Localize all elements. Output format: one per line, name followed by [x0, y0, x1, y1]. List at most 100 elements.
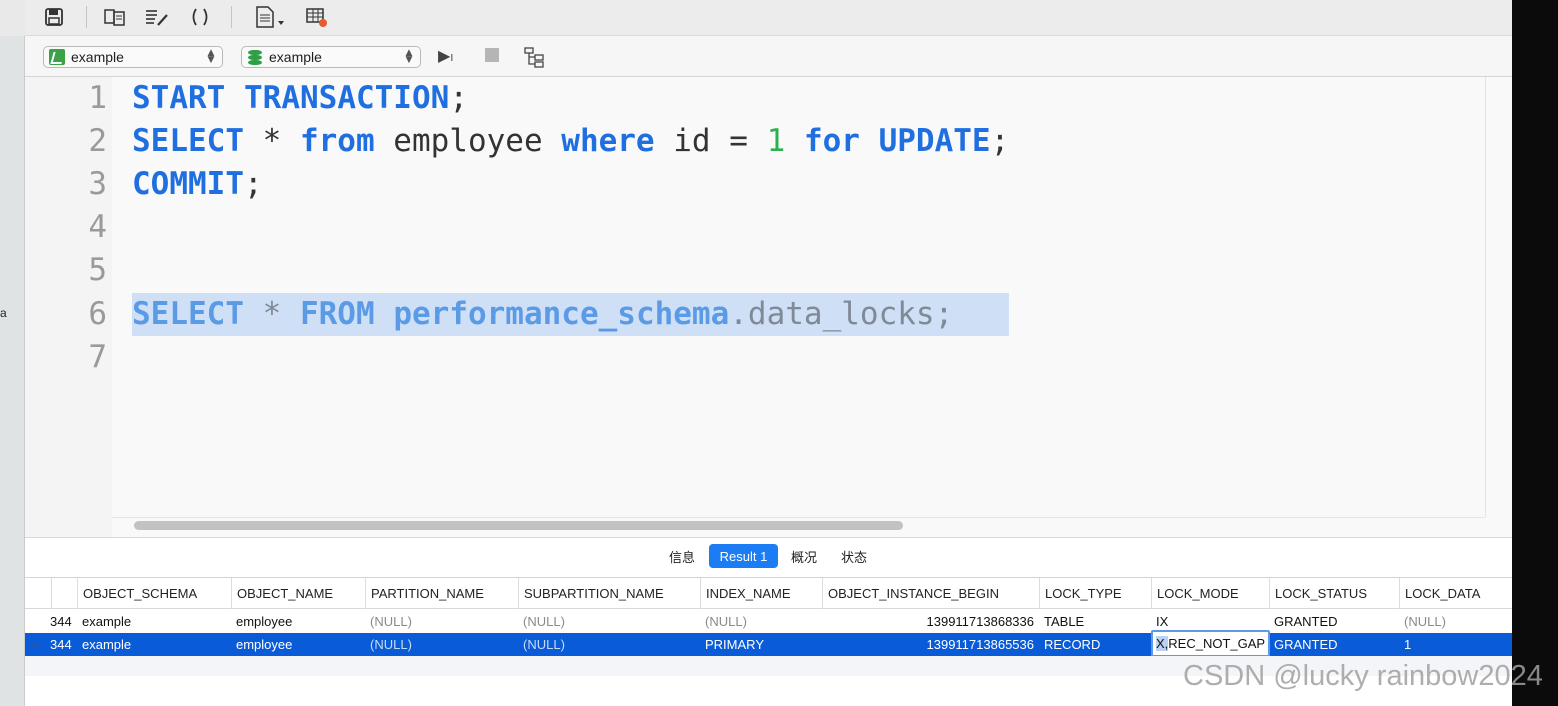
- column-header[interactable]: INDEX_NAME: [700, 578, 822, 609]
- stop-icon[interactable]: [485, 46, 499, 66]
- code-line-6: SELECT * FROM performance_schema.data_lo…: [132, 293, 953, 336]
- run-selected-icon[interactable]: ▶I: [438, 46, 453, 65]
- column-header[interactable]: LOCK_MODE: [1151, 578, 1269, 609]
- column-header[interactable]: OBJECT_SCHEMA: [77, 578, 231, 609]
- code-token: id =: [654, 123, 767, 159]
- explain-icon[interactable]: [523, 46, 547, 72]
- table-cell[interactable]: PRIMARY: [700, 633, 822, 656]
- tab-status[interactable]: 状态: [833, 544, 875, 568]
- schema-icon: [49, 49, 65, 65]
- database-select-value: example: [269, 49, 322, 65]
- code-token: .data_locks;: [729, 296, 954, 332]
- sql-editor[interactable]: 1 2 3 4 5 6 7 START TRANSACTION; SELECT …: [25, 77, 1512, 537]
- table-cell[interactable]: employee: [231, 633, 365, 656]
- beautify-icon[interactable]: [145, 6, 169, 28]
- table-row-selected[interactable]: ▸ 344 example employee (NULL) (NULL) PRI…: [25, 633, 1512, 656]
- toolbar-separator: [86, 6, 87, 28]
- table-cell[interactable]: (NULL): [1399, 610, 1512, 633]
- result-tabs-bar: 信息 Result 1 概况 状态: [25, 537, 1512, 575]
- table-cell[interactable]: (NULL): [365, 610, 518, 633]
- toolbar-separator: [231, 6, 232, 28]
- line-number-gutter: 1 2 3 4 5 6 7: [25, 77, 112, 537]
- connection-toolbar: example ▲ ▼ example ▲ ▼ ▶I: [25, 36, 1512, 77]
- table-cell[interactable]: (NULL): [700, 610, 822, 633]
- table-grid-icon[interactable]: [305, 6, 329, 28]
- table-cell[interactable]: 139911713868336: [822, 610, 1039, 633]
- keyword-token: SELECT: [132, 296, 244, 332]
- tab-info[interactable]: 信息: [661, 544, 703, 568]
- database-select[interactable]: example ▲ ▼: [241, 46, 421, 68]
- keyword-token: TRANSACTION: [244, 80, 450, 116]
- code-token: employee: [374, 123, 562, 159]
- code-token: ;: [243, 166, 263, 202]
- editor-divider: [112, 517, 1485, 518]
- select-arrows-icon: ▲ ▼: [405, 48, 413, 65]
- open-snippet-icon[interactable]: [103, 6, 127, 28]
- select-arrows-icon: ▲ ▼: [207, 48, 215, 65]
- keyword-token: for: [803, 123, 860, 159]
- keyword-token: COMMIT: [132, 166, 244, 202]
- code-line-3: COMMIT;: [132, 163, 263, 206]
- line-number: 1: [88, 80, 107, 116]
- line-number: 2: [88, 123, 107, 159]
- brackets-icon[interactable]: [188, 6, 212, 28]
- current-row-indicator-icon: ▸: [33, 640, 38, 649]
- database-icon: [247, 49, 263, 65]
- keyword-token: from: [299, 123, 375, 159]
- document-menu-icon[interactable]: [253, 6, 289, 28]
- column-header-truncated: [51, 578, 77, 609]
- line-number: 7: [88, 339, 107, 375]
- column-header[interactable]: LOCK_TYPE: [1039, 578, 1151, 609]
- main-toolbar: [25, 0, 1512, 36]
- column-header[interactable]: LOCK_DATA: [1399, 578, 1512, 609]
- cell-edit-field[interactable]: X,REC_NOT_GAP: [1151, 630, 1270, 657]
- table-row[interactable]: 344 example employee (NULL) (NULL) (NULL…: [25, 610, 1512, 633]
- table-cell[interactable]: example: [77, 633, 231, 656]
- cell-edit-text: REC_NOT_GAP: [1168, 636, 1266, 651]
- table-cell[interactable]: (NULL): [518, 633, 700, 656]
- table-cell[interactable]: GRANTED: [1269, 610, 1399, 633]
- keyword-token: performance_schema: [393, 296, 730, 332]
- code-token: *: [243, 296, 300, 332]
- table-cell[interactable]: 1: [1399, 633, 1512, 656]
- schema-select[interactable]: example ▲ ▼: [43, 46, 223, 68]
- grid-header-row: OBJECT_SCHEMA OBJECT_NAME PARTITION_NAME…: [25, 578, 1512, 609]
- code-line-1: START TRANSACTION;: [132, 77, 468, 120]
- line-number: 5: [88, 252, 107, 288]
- code-token: ;: [449, 80, 468, 116]
- app-window: a example ▲ ▼ example ▲ ▼ ▶I 1 2 3 4 5 6…: [0, 0, 1558, 706]
- column-header[interactable]: OBJECT_NAME: [231, 578, 365, 609]
- keyword-token: SELECT: [132, 123, 244, 159]
- table-cell[interactable]: RECORD: [1039, 633, 1151, 656]
- code-token: *: [243, 123, 300, 159]
- column-header[interactable]: PARTITION_NAME: [365, 578, 518, 609]
- line-number: 3: [88, 166, 107, 202]
- number-token: 1: [766, 123, 786, 159]
- code-token: ;: [990, 123, 1010, 159]
- left-sidebar-edge: a: [0, 0, 25, 706]
- save-icon[interactable]: [42, 6, 66, 28]
- table-cell[interactable]: TABLE: [1039, 610, 1151, 633]
- horizontal-scrollbar[interactable]: [134, 521, 903, 530]
- keyword-token: START: [132, 80, 226, 116]
- row-header-cell: [25, 578, 51, 609]
- column-header[interactable]: SUBPARTITION_NAME: [518, 578, 700, 609]
- watermark: CSDN @lucky rainbow2024: [1183, 660, 1543, 692]
- code-line-2: SELECT * from employee where id = 1 for …: [132, 120, 1009, 163]
- schema-select-value: example: [71, 49, 124, 65]
- column-header[interactable]: OBJECT_INSTANCE_BEGIN: [822, 578, 1039, 609]
- table-cell[interactable]: employee: [231, 610, 365, 633]
- table-cell[interactable]: (NULL): [365, 633, 518, 656]
- left-strip-top: [0, 0, 25, 36]
- table-cell[interactable]: example: [77, 610, 231, 633]
- table-cell[interactable]: (NULL): [518, 610, 700, 633]
- table-cell: 344: [50, 637, 72, 652]
- table-cell[interactable]: 139911713865536: [822, 633, 1039, 656]
- tab-overview[interactable]: 概况: [783, 544, 825, 568]
- table-cell[interactable]: GRANTED: [1269, 633, 1399, 656]
- tab-result-1[interactable]: Result 1: [709, 544, 778, 568]
- keyword-token: FROM: [299, 296, 375, 332]
- column-header[interactable]: LOCK_STATUS: [1269, 578, 1399, 609]
- table-cell: 344: [50, 614, 72, 629]
- line-number: 4: [88, 209, 107, 245]
